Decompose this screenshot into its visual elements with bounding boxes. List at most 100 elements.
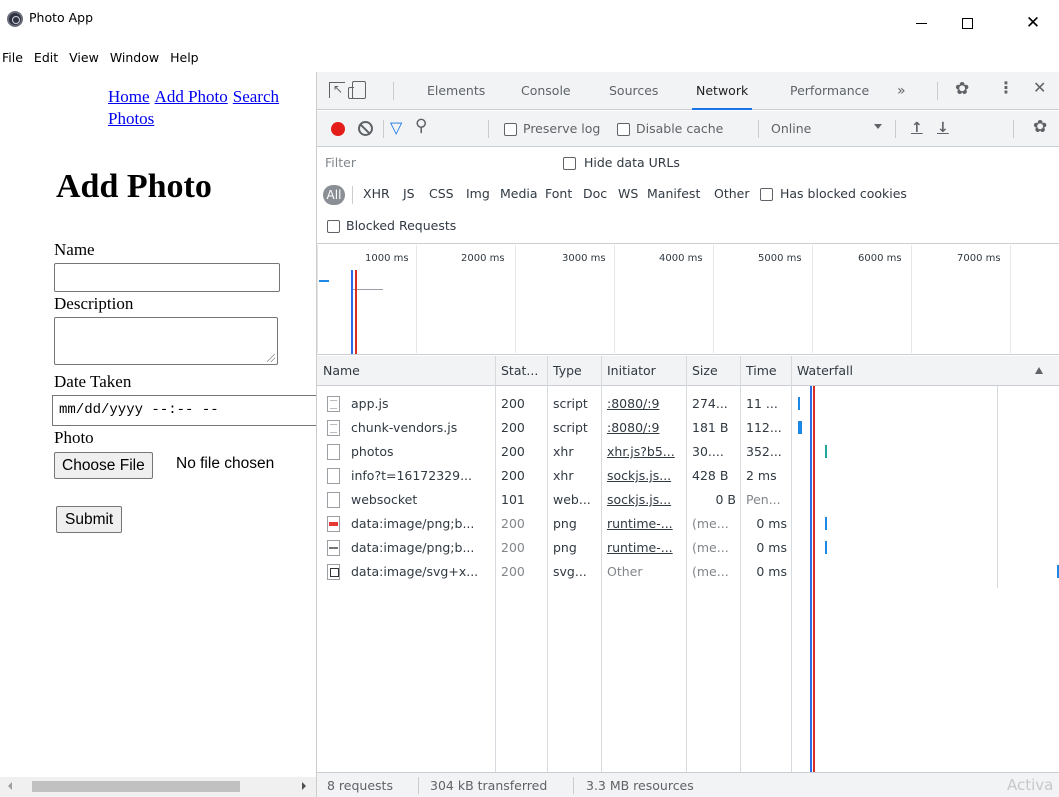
- overview-gridline: [911, 245, 912, 353]
- network-overview[interactable]: 1000 ms 2000 ms 3000 ms 4000 ms 5000 ms …: [317, 245, 1059, 355]
- type-filter-js[interactable]: JS: [403, 186, 415, 201]
- search-icon[interactable]: ⚲: [415, 118, 427, 135]
- choose-file-button[interactable]: Choose File: [54, 452, 153, 479]
- type-filter-all[interactable]: All: [323, 185, 345, 205]
- request-type: svg...: [553, 564, 587, 579]
- chevron-down-icon[interactable]: [874, 124, 882, 129]
- network-toolbar: ▽ ⚲ Preserve log Disable cache Online ↑ …: [317, 111, 1059, 147]
- minimize-button[interactable]: [898, 0, 944, 46]
- overview-gridline: [317, 245, 318, 353]
- column-header-type[interactable]: Type: [547, 356, 582, 386]
- filter-input[interactable]: Filter: [325, 155, 356, 170]
- request-initiator-link[interactable]: sockjs.js...: [601, 464, 686, 488]
- type-filter-css[interactable]: CSS: [429, 186, 454, 201]
- settings-gear-icon[interactable]: ✿: [955, 81, 969, 98]
- table-row[interactable]: data:image/png;b... 200 png runtime-... …: [317, 512, 1059, 536]
- nav-link-add-photo[interactable]: Add Photo: [155, 87, 228, 106]
- clear-icon[interactable]: [358, 121, 373, 136]
- column-header-status[interactable]: Stat...: [495, 356, 538, 386]
- menu-edit[interactable]: Edit: [34, 48, 58, 68]
- record-button[interactable]: [331, 122, 345, 136]
- table-row[interactable]: websocket 101 web... sockjs.js... 0 B Pe…: [317, 488, 1059, 512]
- overview-request-bar: [353, 289, 383, 290]
- waterfall-bar: [798, 397, 800, 410]
- request-initiator-link[interactable]: runtime-...: [601, 536, 686, 560]
- request-initiator-link[interactable]: sockjs.js...: [601, 488, 686, 512]
- tab-performance[interactable]: Performance: [790, 72, 869, 110]
- name-label: Name: [54, 240, 95, 259]
- name-field[interactable]: [54, 263, 280, 292]
- type-filter-xhr[interactable]: XHR: [363, 186, 390, 201]
- tab-network[interactable]: Network: [692, 72, 753, 110]
- table-row[interactable]: photos 200 xhr xhr.js?b5... 30.... 352..…: [317, 440, 1059, 464]
- request-type: xhr: [553, 444, 574, 459]
- menu-help[interactable]: Help: [170, 48, 199, 68]
- throttling-select[interactable]: Online: [771, 121, 811, 136]
- description-field[interactable]: [54, 317, 278, 365]
- overview-gridline: [713, 245, 714, 353]
- nav-link-home[interactable]: Home: [108, 87, 150, 106]
- submit-button[interactable]: Submit: [56, 506, 123, 533]
- column-header-initiator[interactable]: Initiator: [601, 356, 656, 386]
- type-filter-img[interactable]: Img: [466, 186, 490, 201]
- resize-grip-icon[interactable]: [267, 354, 275, 362]
- type-filter-other[interactable]: Other: [714, 186, 750, 201]
- disable-cache-checkbox[interactable]: [617, 123, 630, 136]
- preserve-log-checkbox[interactable]: [504, 123, 517, 136]
- date-taken-field[interactable]: mm/dd/yyyy --:-- --: [52, 395, 316, 426]
- request-initiator-link[interactable]: :8080/:9: [601, 392, 686, 416]
- more-tabs-button[interactable]: »: [897, 72, 906, 110]
- tab-sources[interactable]: Sources: [609, 72, 658, 110]
- menu-file[interactable]: File: [2, 48, 23, 68]
- file-status-text: No file chosen: [176, 455, 275, 472]
- import-har-icon[interactable]: ↑: [911, 121, 923, 135]
- filter-icon[interactable]: ▽: [390, 120, 402, 136]
- request-size: (me...: [692, 540, 729, 555]
- table-row[interactable]: info?t=16172329... 200 xhr sockjs.js... …: [317, 464, 1059, 488]
- type-filter-media[interactable]: Media: [500, 186, 538, 201]
- request-status: 200: [501, 516, 525, 531]
- table-row[interactable]: chunk-vendors.js 200 script :8080/:9 181…: [317, 416, 1059, 440]
- tab-console[interactable]: Console: [521, 72, 571, 110]
- type-filter-doc[interactable]: Doc: [583, 186, 607, 201]
- type-filter-ws[interactable]: WS: [618, 186, 638, 201]
- more-options-icon[interactable]: ⋮: [998, 80, 1014, 96]
- column-header-time[interactable]: Time: [740, 356, 777, 386]
- overview-tick-label: 1000 ms: [365, 253, 409, 264]
- request-size: 428 B: [692, 468, 729, 483]
- overview-tick-label: 3000 ms: [562, 253, 606, 264]
- inspect-element-icon[interactable]: [329, 82, 345, 98]
- scroll-left-icon[interactable]: [8, 782, 12, 790]
- close-window-button[interactable]: ✕: [1010, 0, 1056, 46]
- type-filter-manifest[interactable]: Manifest: [647, 186, 700, 201]
- type-filter-font[interactable]: Font: [545, 186, 572, 201]
- menu-window[interactable]: Window: [110, 48, 159, 68]
- request-initiator-link[interactable]: runtime-...: [601, 512, 686, 536]
- column-header-name[interactable]: Name: [317, 356, 360, 386]
- table-row[interactable]: data:image/svg+x... 200 svg... Other (me…: [317, 560, 1059, 584]
- device-toolbar-icon[interactable]: [348, 81, 366, 99]
- table-row[interactable]: app.js 200 script :8080/:9 274... 11 ...: [317, 392, 1059, 416]
- request-initiator-link[interactable]: xhr.js?b5...: [601, 440, 686, 464]
- request-initiator-link[interactable]: :8080/:9: [601, 416, 686, 440]
- column-header-size[interactable]: Size: [686, 356, 718, 386]
- export-har-icon[interactable]: ↓: [937, 121, 949, 135]
- table-row[interactable]: data:image/png;b... 200 png runtime-... …: [317, 536, 1059, 560]
- request-type: png: [553, 540, 577, 555]
- sort-ascending-icon[interactable]: [1035, 367, 1043, 374]
- close-devtools-icon[interactable]: ✕: [1033, 80, 1046, 96]
- request-size: 0 B: [715, 492, 736, 507]
- scroll-right-icon[interactable]: [302, 782, 306, 790]
- tab-elements[interactable]: Elements: [427, 72, 485, 110]
- minimize-icon: [915, 22, 927, 24]
- horizontal-scrollbar[interactable]: [0, 777, 316, 797]
- hide-data-urls-checkbox[interactable]: [563, 157, 576, 170]
- menu-view[interactable]: View: [69, 48, 99, 68]
- maximize-button[interactable]: [944, 0, 990, 46]
- column-header-waterfall[interactable]: Waterfall: [791, 356, 853, 386]
- blocked-requests-checkbox[interactable]: [327, 220, 340, 233]
- scrollbar-thumb[interactable]: [32, 781, 240, 792]
- transferred-size: 304 kB transferred: [430, 778, 548, 793]
- has-blocked-cookies-checkbox[interactable]: [760, 188, 773, 201]
- network-settings-gear-icon[interactable]: ✿: [1033, 119, 1047, 136]
